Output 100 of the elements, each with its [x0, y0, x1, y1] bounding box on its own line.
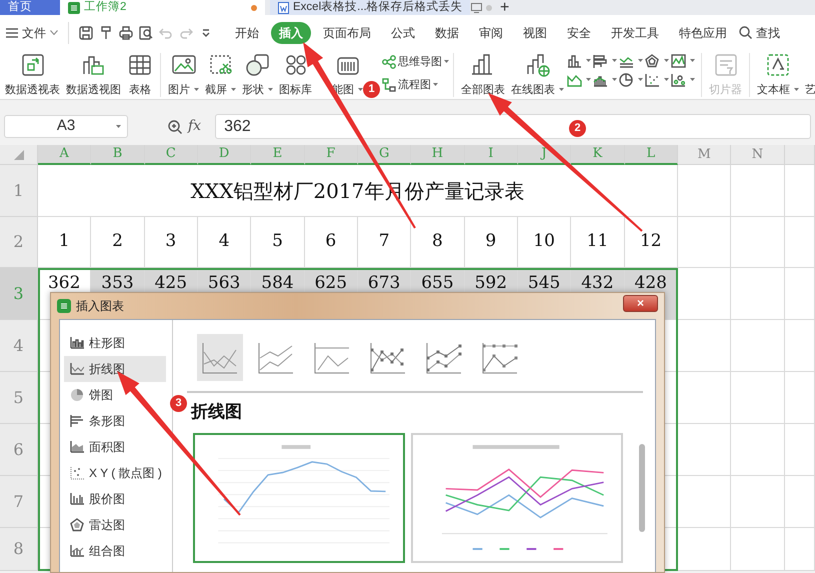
column-header[interactable] [784, 145, 815, 165]
new-tab-button[interactable]: + [492, 0, 518, 15]
chart-type-button[interactable] [671, 73, 697, 87]
ribbon-button[interactable]: 思维导图 [382, 54, 449, 70]
caret-icon [116, 125, 121, 129]
search-button[interactable]: 查找 [739, 24, 780, 42]
chart-category[interactable]: X Y ( 散点图 ) [64, 460, 166, 486]
pivot-table-icon [20, 52, 46, 78]
ribbon-button[interactable]: 数据透视图 [63, 50, 124, 98]
chart-preview[interactable] [411, 432, 623, 562]
table-cell: 5 [251, 217, 305, 268]
chart-type-button[interactable] [593, 54, 619, 68]
painter-button[interactable] [99, 26, 113, 40]
empty-cell[interactable] [678, 217, 732, 268]
print-button[interactable] [119, 26, 133, 40]
ribbon-button[interactable]: 在线图表 [508, 50, 567, 98]
save-button[interactable] [79, 26, 93, 40]
chart-type-button[interactable] [567, 54, 593, 68]
scrollbar[interactable] [639, 444, 645, 532]
ribbon-tab[interactable]: 公式 [383, 22, 423, 44]
column-chart-icon [567, 54, 582, 68]
empty-cell[interactable] [784, 528, 815, 571]
table-cell: 6 [304, 217, 358, 268]
ribbon-button[interactable]: 流程图 [382, 76, 449, 93]
ribbon-tab[interactable]: 开始 [227, 22, 267, 44]
empty-cell[interactable] [731, 528, 785, 571]
empty-cell[interactable] [678, 424, 732, 476]
empty-cell[interactable] [678, 372, 732, 424]
chart-preview[interactable] [193, 432, 405, 562]
empty-cell[interactable] [678, 165, 732, 217]
area-chart-icon [70, 440, 84, 454]
area-chart-icon [671, 54, 686, 68]
ribbon-button[interactable]: 图片 [165, 50, 202, 98]
tab[interactable]: 首页 [0, 0, 60, 15]
ribbon-tab[interactable]: 审阅 [471, 22, 511, 44]
chart-category[interactable]: 条形图 [64, 408, 166, 434]
chart-category[interactable]: 组合图 [64, 538, 166, 564]
chart-type-button[interactable] [567, 73, 593, 87]
print-preview-icon [139, 26, 153, 40]
chart-category[interactable]: 面积图 [64, 434, 166, 460]
empty-cell[interactable] [731, 476, 785, 528]
ribbon-tab[interactable]: 安全 [559, 22, 599, 44]
ribbon-button[interactable]: 图标库 [276, 50, 315, 98]
chart-type-button[interactable] [645, 54, 671, 68]
undo-icon [159, 26, 173, 40]
ribbon-button[interactable]: 文本框 [754, 50, 802, 98]
shapes-icon [244, 52, 270, 78]
chart-type-button[interactable] [645, 73, 671, 87]
chart-type-button[interactable] [671, 54, 697, 68]
select-all-icon [14, 150, 24, 160]
ribbon-button[interactable]: 数据透视表 [2, 50, 63, 98]
scatter-chart-icon [645, 73, 660, 87]
empty-cell[interactable] [678, 476, 732, 528]
pentagon-icon [645, 54, 660, 68]
ribbon-tab[interactable]: 页面布局 [315, 22, 379, 44]
name-box[interactable]: A3 [4, 115, 128, 138]
file-menu-button[interactable]: 文件 [6, 24, 58, 42]
mind-map-icon [382, 55, 396, 70]
print-icon [119, 26, 133, 40]
caret-icon [50, 30, 58, 35]
empty-cell[interactable] [731, 165, 785, 217]
empty-cell[interactable] [784, 372, 815, 424]
empty-cell[interactable] [784, 320, 815, 372]
tab[interactable]: 工作簿2 [60, 0, 265, 15]
chart-category[interactable]: 雷达图 [64, 512, 166, 538]
app-icon [57, 299, 71, 313]
radar-chart-icon [70, 518, 84, 532]
ribbon-tab[interactable]: 视图 [515, 22, 555, 44]
ribbon-button[interactable]: 全部图表 [458, 50, 508, 98]
empty-cell[interactable] [784, 268, 815, 320]
empty-cell[interactable] [731, 268, 785, 320]
chart-category[interactable]: 股价图 [64, 486, 166, 512]
redo-icon [179, 26, 193, 40]
table-cell: 10 [518, 217, 572, 268]
function-label[interactable]: fx [188, 116, 202, 137]
empty-cell[interactable] [731, 424, 785, 476]
close-button[interactable]: × [623, 294, 658, 312]
empty-cell[interactable] [678, 320, 732, 372]
empty-cell[interactable] [731, 372, 785, 424]
empty-cell[interactable] [678, 528, 732, 571]
ribbon-tab[interactable]: 开发工具 [603, 22, 667, 44]
ribbon-button[interactable]: 形状 [239, 50, 276, 98]
area-chart-icon [567, 73, 582, 87]
empty-cell[interactable] [784, 476, 815, 528]
empty-cell[interactable] [731, 320, 785, 372]
column-chart-icon [70, 336, 84, 350]
chart-type-button[interactable] [619, 73, 645, 87]
ribbon-tab[interactable]: 特色应用 [671, 22, 735, 44]
chart-category[interactable]: 柱形图 [64, 330, 166, 356]
ribbon-button[interactable]: 截屏 [202, 50, 239, 98]
empty-cell[interactable] [784, 217, 815, 268]
ribbon-tab[interactable]: 数据 [427, 22, 467, 44]
table-cell: 3 [144, 217, 198, 268]
preview-button[interactable] [139, 26, 153, 40]
bar-chart-icon [593, 54, 608, 68]
chart-category[interactable]: 折线图 [64, 356, 166, 382]
empty-cell[interactable] [784, 424, 815, 476]
ribbon-button[interactable]: 表格 [124, 50, 156, 98]
chart-subtype[interactable] [197, 334, 243, 381]
empty-cell[interactable] [731, 217, 785, 268]
